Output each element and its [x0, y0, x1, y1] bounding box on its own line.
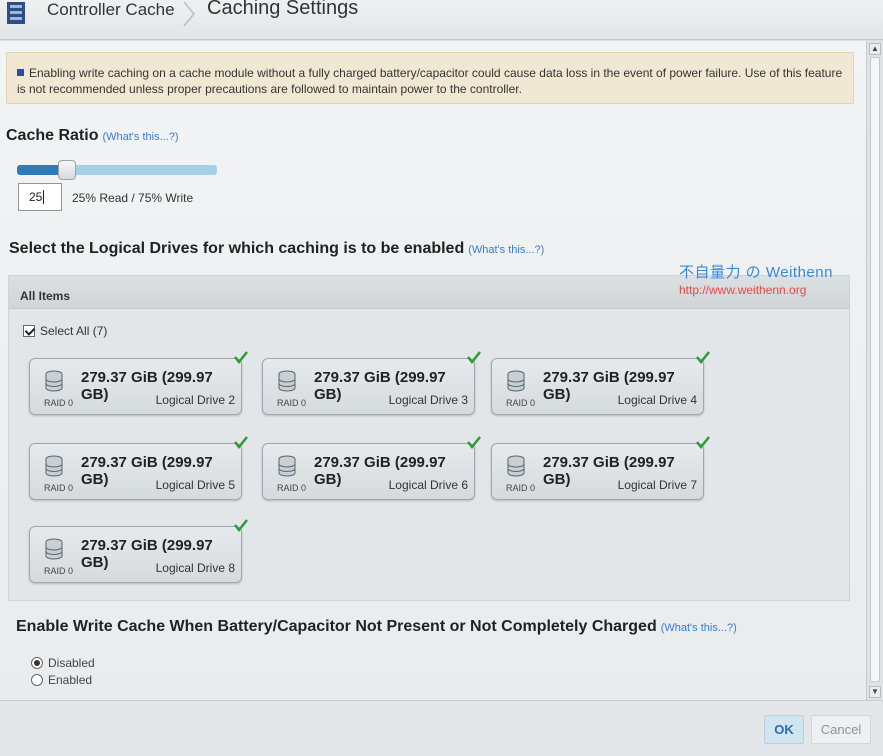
disk-drive-icon — [45, 538, 63, 560]
raid-level: RAID 0 — [44, 483, 74, 493]
write-cache-title: Enable Write Cache When Battery/Capacito… — [16, 618, 737, 636]
warning-banner: Enabling write caching on a cache module… — [6, 52, 854, 104]
drive-name: Logical Drive 7 — [617, 478, 697, 492]
watermark: 不自量力 の Weithenn http://www.weithenn.org — [679, 261, 866, 297]
raid-level: RAID 0 — [277, 398, 307, 408]
cache-ratio-help-link[interactable]: (What's this...?) — [102, 131, 178, 143]
write-cache-title-text: Enable Write Cache When Battery/Capacito… — [16, 618, 657, 635]
checkmark-icon — [696, 351, 710, 364]
dialog-footer: OK Cancel — [0, 700, 883, 756]
info-square-icon — [17, 69, 24, 76]
checkbox-icon[interactable] — [23, 325, 35, 337]
logical-drive-card[interactable]: RAID 0 279.37 GiB (299.97 GB) Logical Driv… — [262, 436, 481, 500]
checkmark-icon — [467, 351, 481, 364]
select-all-checkbox[interactable]: Select All (7) — [23, 324, 107, 338]
radio-disabled-label: Disabled — [48, 656, 95, 670]
cache-ratio-title: Cache Ratio (What's this...?) — [6, 127, 179, 145]
cache-ratio-slider-thumb[interactable] — [58, 160, 76, 180]
disk-drive-icon — [45, 370, 63, 392]
drive-name: Logical Drive 5 — [155, 478, 235, 492]
cancel-button[interactable]: Cancel — [811, 715, 871, 744]
ok-button[interactable]: OK — [764, 715, 804, 744]
radio-disabled[interactable]: Disabled — [31, 656, 95, 670]
disk-drive-icon — [507, 370, 525, 392]
logical-drive-card[interactable]: RAID 0 279.37 GiB (299.97 GB) Logical Driv… — [491, 436, 710, 500]
cache-ratio-title-text: Cache Ratio — [6, 127, 99, 144]
cache-ratio-slider[interactable] — [17, 160, 217, 180]
page-title: Caching Settings — [207, 0, 359, 19]
watermark-line2: http://www.weithenn.org — [679, 283, 807, 297]
radio-button[interactable] — [31, 674, 43, 686]
chevron-right-icon — [183, 1, 195, 27]
checkmark-icon — [696, 436, 710, 449]
logical-drive-card[interactable]: RAID 0 279.37 GiB (299.97 GB) Logical Driv… — [29, 436, 248, 500]
logical-drive-card[interactable]: RAID 0 279.37 GiB (299.97 GB) Logical Driv… — [491, 351, 710, 415]
logical-drive-card[interactable]: RAID 0 279.37 GiB (299.97 GB) Logical Driv… — [29, 351, 248, 415]
disk-drive-icon — [278, 455, 296, 477]
logical-drives-panel: All Items Select All (7) RAID 0 279.37 Gi… — [8, 275, 850, 601]
breadcrumb-controller-cache[interactable]: Controller Cache — [47, 0, 175, 20]
main-content: Enabling write caching on a cache module… — [0, 41, 866, 700]
checkmark-icon — [234, 351, 248, 364]
cache-ratio-input[interactable]: 25 — [18, 183, 62, 211]
disk-drive-icon — [278, 370, 296, 392]
logical-drives-title: Select the Logical Drives for which cach… — [9, 240, 544, 258]
radio-button[interactable] — [31, 657, 43, 669]
raid-level: RAID 0 — [277, 483, 307, 493]
scroll-up-arrow-icon[interactable]: ▲ — [869, 43, 881, 55]
write-cache-help-link[interactable]: (What's this...?) — [661, 622, 737, 634]
scroll-down-arrow-icon[interactable]: ▼ — [869, 686, 881, 698]
logical-drive-card[interactable]: RAID 0 279.37 GiB (299.97 GB) Logical Driv… — [29, 519, 248, 583]
controller-icon — [7, 2, 25, 24]
raid-level: RAID 0 — [44, 566, 74, 576]
raid-level: RAID 0 — [506, 398, 536, 408]
drive-name: Logical Drive 2 — [155, 393, 235, 407]
logical-drive-card[interactable]: RAID 0 279.37 GiB (299.97 GB) Logical Driv… — [262, 351, 481, 415]
disk-drive-icon — [45, 455, 63, 477]
drive-name: Logical Drive 3 — [388, 393, 468, 407]
warning-text: Enabling write caching on a cache module… — [17, 66, 843, 96]
checkmark-icon — [234, 519, 248, 532]
checkmark-icon — [467, 436, 481, 449]
disk-drive-icon — [507, 455, 525, 477]
drive-name: Logical Drive 6 — [388, 478, 468, 492]
scroll-thumb[interactable] — [870, 57, 880, 682]
watermark-line1: 不自量力 の Weithenn — [679, 264, 833, 281]
cache-ratio-input-value: 25 — [29, 190, 43, 204]
raid-level: RAID 0 — [44, 398, 74, 408]
drive-name: Logical Drive 8 — [155, 561, 235, 575]
logical-drives-title-text: Select the Logical Drives for which cach… — [9, 240, 465, 257]
title-bar: Controller Cache Caching Settings — [0, 0, 883, 40]
radio-enabled[interactable]: Enabled — [31, 673, 92, 687]
cache-ratio-label: 25% Read / 75% Write — [72, 191, 194, 205]
drive-name: Logical Drive 4 — [617, 393, 697, 407]
vertical-scrollbar[interactable]: ▲ ▼ — [866, 41, 883, 700]
select-all-label: Select All (7) — [40, 324, 108, 338]
radio-enabled-label: Enabled — [48, 673, 93, 687]
logical-drives-help-link[interactable]: (What's this...?) — [468, 244, 544, 256]
raid-level: RAID 0 — [506, 483, 536, 493]
checkmark-icon — [234, 436, 248, 449]
